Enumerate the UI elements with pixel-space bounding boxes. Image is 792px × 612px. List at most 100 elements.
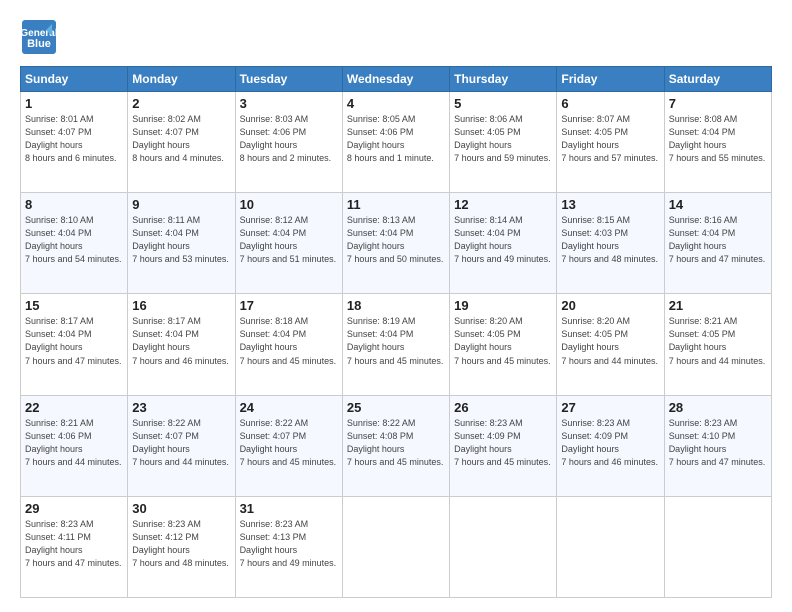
day-number: 12 [454, 197, 552, 212]
day-number: 6 [561, 96, 659, 111]
calendar-cell [557, 496, 664, 597]
calendar-header-row: SundayMondayTuesdayWednesdayThursdayFrid… [21, 67, 772, 92]
day-number: 24 [240, 400, 338, 415]
day-info: Sunrise: 8:22 AMSunset: 4:07 PMDaylight … [132, 417, 230, 469]
svg-text:Blue: Blue [27, 38, 51, 50]
calendar-cell [664, 496, 771, 597]
calendar-cell: 26 Sunrise: 8:23 AMSunset: 4:09 PMDayligh… [450, 395, 557, 496]
col-header-monday: Monday [128, 67, 235, 92]
day-info: Sunrise: 8:03 AMSunset: 4:06 PMDaylight … [240, 113, 338, 165]
col-header-saturday: Saturday [664, 67, 771, 92]
day-info: Sunrise: 8:23 AMSunset: 4:13 PMDaylight … [240, 518, 338, 570]
calendar-cell: 24Sunrise: 8:22 AMSunset: 4:07 PMDayligh… [235, 395, 342, 496]
calendar-cell: 21 Sunrise: 8:21 AMSunset: 4:05 PMDayligh… [664, 294, 771, 395]
day-number: 5 [454, 96, 552, 111]
calendar-cell: 12 Sunrise: 8:14 AMSunset: 4:04 PMDayligh… [450, 193, 557, 294]
calendar-cell: 13 Sunrise: 8:15 AMSunset: 4:03 PMDayligh… [557, 193, 664, 294]
day-number: 18 [347, 298, 445, 313]
day-number: 27 [561, 400, 659, 415]
page: General Blue SundayMondayTuesdayWednesda… [0, 0, 792, 612]
col-header-tuesday: Tuesday [235, 67, 342, 92]
col-header-wednesday: Wednesday [342, 67, 449, 92]
calendar-cell: 17 Sunrise: 8:18 AMSunset: 4:04 PMDayligh… [235, 294, 342, 395]
day-number: 17 [240, 298, 338, 313]
day-number: 31 [240, 501, 338, 516]
week-row-5: 29Sunrise: 8:23 AMSunset: 4:11 PMDayligh… [21, 496, 772, 597]
day-number: 14 [669, 197, 767, 212]
day-number: 16 [132, 298, 230, 313]
calendar-cell: 23 Sunrise: 8:22 AMSunset: 4:07 PMDayligh… [128, 395, 235, 496]
calendar-cell: 7Sunrise: 8:08 AMSunset: 4:04 PMDaylight… [664, 92, 771, 193]
calendar-cell: 14 Sunrise: 8:16 AMSunset: 4:04 PMDayligh… [664, 193, 771, 294]
day-info: Sunrise: 8:17 AMSunset: 4:04 PMDaylight … [25, 315, 123, 367]
week-row-1: 1 Sunrise: 8:01 AMSunset: 4:07 PMDaylight… [21, 92, 772, 193]
day-number: 26 [454, 400, 552, 415]
day-info: Sunrise: 8:02 AMSunset: 4:07 PMDaylight … [132, 113, 230, 165]
header: General Blue [20, 18, 772, 56]
day-number: 11 [347, 197, 445, 212]
day-info: Sunrise: 8:15 AMSunset: 4:03 PMDaylight … [561, 214, 659, 266]
calendar-table: SundayMondayTuesdayWednesdayThursdayFrid… [20, 66, 772, 598]
calendar-cell: 27 Sunrise: 8:23 AMSunset: 4:09 PMDayligh… [557, 395, 664, 496]
calendar-cell: 4Sunrise: 8:05 AMSunset: 4:06 PMDaylight… [342, 92, 449, 193]
day-info: Sunrise: 8:16 AMSunset: 4:04 PMDaylight … [669, 214, 767, 266]
day-number: 10 [240, 197, 338, 212]
col-header-sunday: Sunday [21, 67, 128, 92]
calendar-cell: 30 Sunrise: 8:23 AMSunset: 4:12 PMDayligh… [128, 496, 235, 597]
day-info: Sunrise: 8:20 AMSunset: 4:05 PMDaylight … [454, 315, 552, 367]
day-number: 3 [240, 96, 338, 111]
calendar-cell: 22Sunrise: 8:21 AMSunset: 4:06 PMDayligh… [21, 395, 128, 496]
logo-icon: General Blue [20, 18, 58, 56]
day-info: Sunrise: 8:07 AMSunset: 4:05 PMDaylight … [561, 113, 659, 165]
col-header-thursday: Thursday [450, 67, 557, 92]
day-number: 2 [132, 96, 230, 111]
day-number: 28 [669, 400, 767, 415]
day-info: Sunrise: 8:08 AMSunset: 4:04 PMDaylight … [669, 113, 767, 165]
day-info: Sunrise: 8:13 AMSunset: 4:04 PMDaylight … [347, 214, 445, 266]
calendar-cell: 16 Sunrise: 8:17 AMSunset: 4:04 PMDayligh… [128, 294, 235, 395]
day-info: Sunrise: 8:14 AMSunset: 4:04 PMDaylight … [454, 214, 552, 266]
calendar-cell: 20 Sunrise: 8:20 AMSunset: 4:05 PMDayligh… [557, 294, 664, 395]
day-info: Sunrise: 8:10 AMSunset: 4:04 PMDaylight … [25, 214, 123, 266]
calendar-cell: 18Sunrise: 8:19 AMSunset: 4:04 PMDayligh… [342, 294, 449, 395]
day-info: Sunrise: 8:18 AMSunset: 4:04 PMDaylight … [240, 315, 338, 367]
calendar-cell: 3 Sunrise: 8:03 AMSunset: 4:06 PMDaylight… [235, 92, 342, 193]
day-number: 21 [669, 298, 767, 313]
day-info: Sunrise: 8:23 AMSunset: 4:09 PMDaylight … [454, 417, 552, 469]
week-row-4: 22Sunrise: 8:21 AMSunset: 4:06 PMDayligh… [21, 395, 772, 496]
day-info: Sunrise: 8:23 AMSunset: 4:09 PMDaylight … [561, 417, 659, 469]
col-header-friday: Friday [557, 67, 664, 92]
calendar-cell: 31 Sunrise: 8:23 AMSunset: 4:13 PMDayligh… [235, 496, 342, 597]
week-row-2: 8Sunrise: 8:10 AMSunset: 4:04 PMDaylight… [21, 193, 772, 294]
day-number: 1 [25, 96, 123, 111]
calendar-cell: 25 Sunrise: 8:22 AMSunset: 4:08 PMDayligh… [342, 395, 449, 496]
calendar-cell: 8Sunrise: 8:10 AMSunset: 4:04 PMDaylight… [21, 193, 128, 294]
day-info: Sunrise: 8:23 AMSunset: 4:12 PMDaylight … [132, 518, 230, 570]
day-info: Sunrise: 8:17 AMSunset: 4:04 PMDaylight … [132, 315, 230, 367]
day-number: 29 [25, 501, 123, 516]
calendar-cell: 11 Sunrise: 8:13 AMSunset: 4:04 PMDayligh… [342, 193, 449, 294]
calendar-cell: 5 Sunrise: 8:06 AMSunset: 4:05 PMDaylight… [450, 92, 557, 193]
day-number: 13 [561, 197, 659, 212]
day-number: 20 [561, 298, 659, 313]
calendar-cell: 19 Sunrise: 8:20 AMSunset: 4:05 PMDayligh… [450, 294, 557, 395]
day-number: 19 [454, 298, 552, 313]
calendar-cell [342, 496, 449, 597]
day-info: Sunrise: 8:01 AMSunset: 4:07 PMDaylight … [25, 113, 123, 165]
day-number: 23 [132, 400, 230, 415]
calendar-cell: 28 Sunrise: 8:23 AMSunset: 4:10 PMDayligh… [664, 395, 771, 496]
calendar-cell: 15Sunrise: 8:17 AMSunset: 4:04 PMDayligh… [21, 294, 128, 395]
day-number: 9 [132, 197, 230, 212]
day-info: Sunrise: 8:21 AMSunset: 4:05 PMDaylight … [669, 315, 767, 367]
day-info: Sunrise: 8:20 AMSunset: 4:05 PMDaylight … [561, 315, 659, 367]
day-info: Sunrise: 8:05 AMSunset: 4:06 PMDaylight … [347, 113, 445, 165]
day-info: Sunrise: 8:06 AMSunset: 4:05 PMDaylight … [454, 113, 552, 165]
calendar-cell [450, 496, 557, 597]
day-number: 30 [132, 501, 230, 516]
day-info: Sunrise: 8:12 AMSunset: 4:04 PMDaylight … [240, 214, 338, 266]
day-info: Sunrise: 8:22 AMSunset: 4:08 PMDaylight … [347, 417, 445, 469]
calendar-cell: 1 Sunrise: 8:01 AMSunset: 4:07 PMDaylight… [21, 92, 128, 193]
week-row-3: 15Sunrise: 8:17 AMSunset: 4:04 PMDayligh… [21, 294, 772, 395]
day-info: Sunrise: 8:23 AMSunset: 4:10 PMDaylight … [669, 417, 767, 469]
day-number: 25 [347, 400, 445, 415]
